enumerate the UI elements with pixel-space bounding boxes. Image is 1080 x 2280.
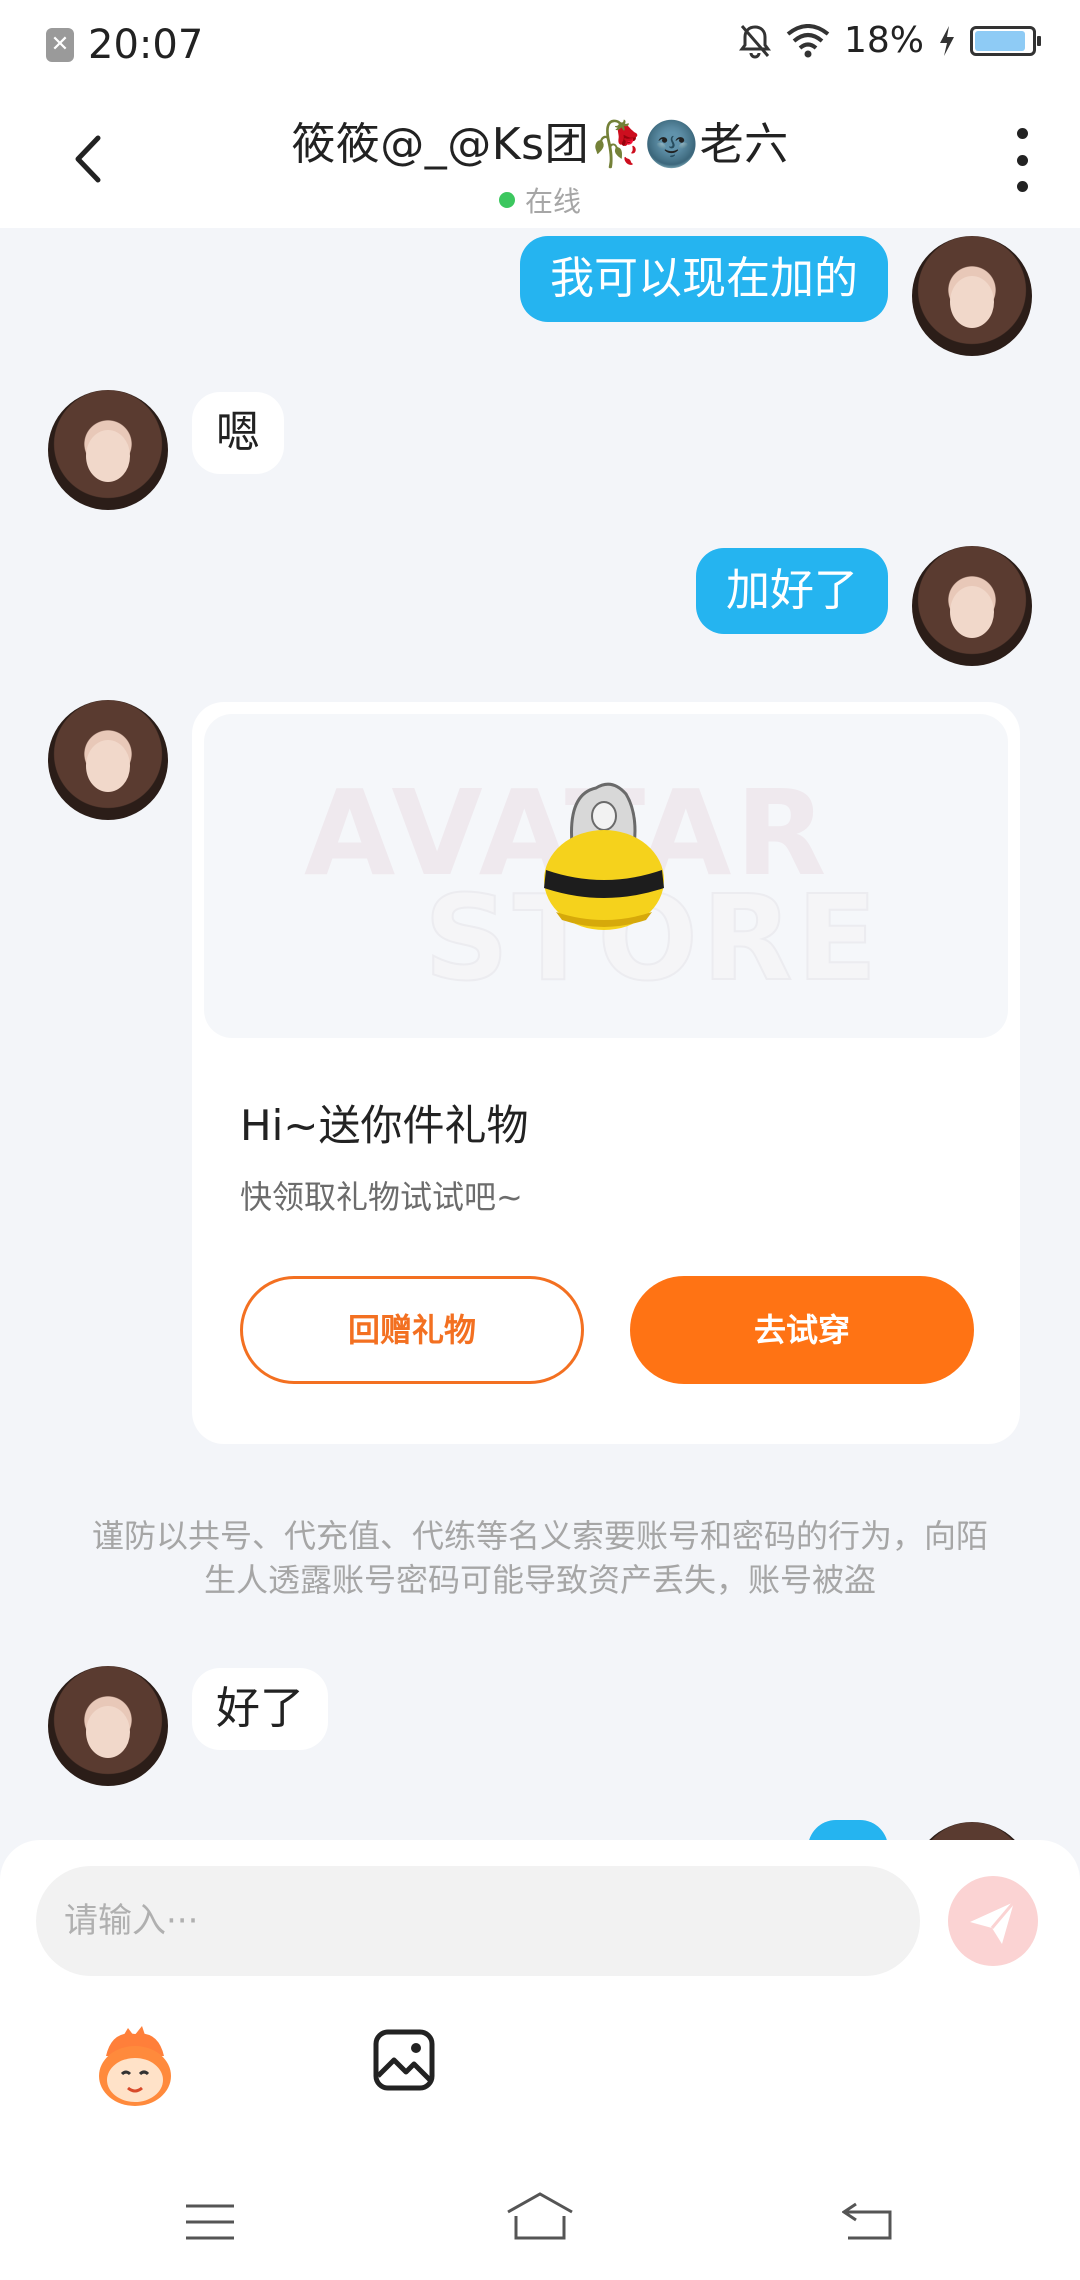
battery-cap bbox=[1037, 35, 1041, 46]
gift-title: Hi~送你件礼物 bbox=[240, 1101, 529, 1150]
menu-icon bbox=[186, 2204, 234, 2240]
battery-icon bbox=[970, 25, 1041, 56]
status-bar: ✕ 20:07 18% bbox=[0, 0, 1080, 84]
back-arrow-icon bbox=[841, 2202, 892, 2240]
image-icon bbox=[373, 2029, 435, 2091]
status-left: ✕ 20:07 bbox=[46, 22, 203, 68]
more-dot-icon bbox=[1016, 128, 1028, 139]
gift-subtitle: 快领取礼物试试吧~ bbox=[240, 1178, 523, 1216]
contact-avatar[interactable] bbox=[48, 1666, 168, 1786]
nav-home-button[interactable] bbox=[504, 2190, 576, 2242]
chat-header: 筱筱@_@Ks团🥀🌚老六 在线 bbox=[0, 84, 1080, 228]
message-bubble-incoming[interactable]: 好了 bbox=[192, 1668, 328, 1750]
input-panel: 请输入··· bbox=[0, 1840, 1080, 2280]
message-input[interactable]: 请输入··· bbox=[36, 1866, 920, 1976]
bee-gift-icon bbox=[544, 782, 664, 930]
title-area: 筱筱@_@Ks团🥀🌚老六 在线 bbox=[0, 108, 1080, 220]
image-button[interactable] bbox=[372, 2028, 436, 2092]
battery-percent: 18% bbox=[843, 20, 924, 61]
more-dot-icon bbox=[1016, 154, 1028, 166]
send-icon bbox=[970, 1901, 1016, 1944]
more-dot-icon bbox=[1016, 181, 1028, 192]
status-right: 18% bbox=[738, 20, 1041, 61]
nav-menu-button[interactable] bbox=[184, 2202, 236, 2242]
online-status-text: 在线 bbox=[524, 185, 581, 218]
my-avatar[interactable] bbox=[912, 236, 1032, 356]
online-dot-icon bbox=[498, 192, 515, 208]
my-avatar[interactable] bbox=[912, 546, 1032, 666]
chat-title: 筱筱@_@Ks团🥀🌚老六 bbox=[291, 119, 789, 170]
nav-back-button[interactable] bbox=[841, 2200, 894, 2242]
gift-image: AVATAR STORE bbox=[204, 714, 1008, 1038]
mascot-emoji-icon bbox=[99, 2026, 171, 2106]
try-on-button[interactable]: 去试穿 bbox=[630, 1276, 974, 1384]
my-avatar[interactable] bbox=[912, 1822, 1032, 1840]
status-time: 20:07 bbox=[88, 22, 204, 68]
more-options-button[interactable] bbox=[1010, 128, 1034, 192]
notification-icon: ✕ bbox=[46, 28, 74, 62]
security-notice: 谨防以共号、代充值、代练等名义索要账号和密码的行为，向陌生人透露账号密码可能导致… bbox=[91, 1517, 988, 1599]
home-icon bbox=[507, 2192, 573, 2240]
wifi-icon bbox=[786, 23, 830, 57]
mute-icon bbox=[738, 24, 771, 58]
send-button[interactable] bbox=[948, 1876, 1038, 1966]
contact-avatar[interactable] bbox=[48, 390, 168, 510]
gift-card[interactable]: AVATAR STORE Hi~送你件礼物 快领取礼物试试吧~ 回赠礼物 去试穿 bbox=[192, 702, 1020, 1444]
system-nav-bar bbox=[0, 2150, 1080, 2280]
contact-avatar[interactable] bbox=[48, 700, 168, 820]
return-gift-button[interactable]: 回赠礼物 bbox=[240, 1276, 584, 1384]
battery-fill bbox=[975, 30, 1026, 51]
message-bubble-outgoing-partial[interactable] bbox=[808, 1820, 888, 1840]
chat-messages[interactable]: 我可以现在加的 嗯 加好了 AVATAR STORE Hi~送你件礼物 快领取礼… bbox=[0, 228, 1080, 1840]
message-bubble-incoming[interactable]: 嗯 bbox=[192, 392, 284, 474]
online-status: 在线 bbox=[0, 180, 1080, 220]
charging-icon bbox=[940, 25, 954, 56]
message-bubble-outgoing[interactable]: 加好了 bbox=[696, 548, 888, 634]
message-bubble-outgoing[interactable]: 我可以现在加的 bbox=[520, 236, 888, 322]
emoji-button[interactable] bbox=[92, 2026, 178, 2112]
